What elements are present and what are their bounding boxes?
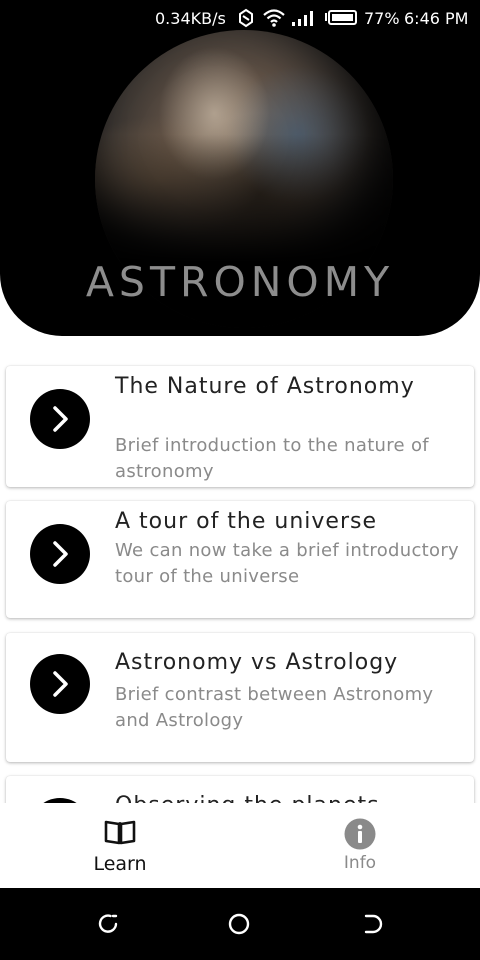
nav-info[interactable]: Info xyxy=(240,803,480,888)
nav-learn-label: Learn xyxy=(93,853,147,875)
network-speed: 0.34KB/s xyxy=(155,9,226,28)
chevron-right-icon[interactable] xyxy=(30,654,90,714)
bottom-navigation: Learn Info xyxy=(0,803,480,888)
lesson-card[interactable]: Observing the planets xyxy=(6,776,474,803)
lesson-description: Brief contrast between Astronomy and Ast… xyxy=(115,684,434,731)
lesson-list[interactable]: The Nature of Astronomy Brief introducti… xyxy=(0,336,480,803)
lesson-description: We can now take a brief introductory tou… xyxy=(115,540,459,587)
chevron-right-icon[interactable] xyxy=(30,524,90,584)
nav-info-label: Info xyxy=(343,853,377,873)
lesson-title: Observing the planets xyxy=(115,791,465,803)
nfc-icon xyxy=(236,8,256,32)
lesson-card[interactable]: The Nature of Astronomy Brief introducti… xyxy=(6,366,474,487)
lesson-card[interactable]: Astronomy vs Astrology Brief contrast be… xyxy=(6,633,474,762)
app-screen: ASTRONOMY 0.34KB/s 77% 6:46 PM The Natur… xyxy=(0,0,480,960)
wifi-icon xyxy=(262,8,286,32)
header-banner: ASTRONOMY xyxy=(0,0,480,336)
clock: 6:46 PM xyxy=(404,9,469,28)
battery-icon xyxy=(324,10,358,30)
status-bar: 0.34KB/s 77% 6:46 PM xyxy=(0,0,480,36)
info-icon xyxy=(344,818,376,854)
chevron-right-icon[interactable] xyxy=(30,389,90,449)
lesson-description: Brief introduction to the nature of astr… xyxy=(115,435,429,482)
lesson-card[interactable]: A tour of the universe We can now take a… xyxy=(6,501,474,618)
recent-apps-icon[interactable] xyxy=(96,912,120,940)
lesson-title: The Nature of Astronomy xyxy=(115,374,415,399)
signal-icon xyxy=(290,9,318,31)
back-icon[interactable] xyxy=(361,912,385,940)
nav-learn[interactable]: Learn xyxy=(0,803,240,888)
battery-percent: 77% xyxy=(364,9,400,28)
system-navigation-bar xyxy=(0,888,480,960)
home-icon[interactable] xyxy=(227,912,251,940)
lesson-title: A tour of the universe xyxy=(115,509,378,534)
lesson-title: Astronomy vs Astrology xyxy=(115,650,399,675)
book-icon xyxy=(103,819,137,849)
app-title: ASTRONOMY xyxy=(85,258,395,306)
